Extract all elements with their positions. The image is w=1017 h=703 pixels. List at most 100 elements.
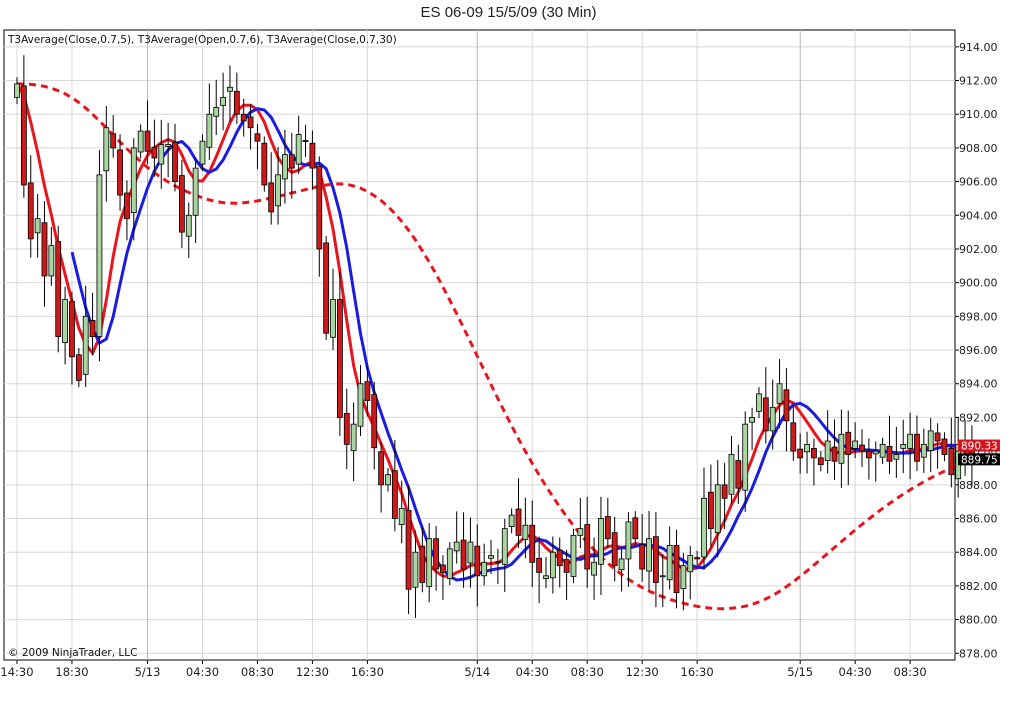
candle-body	[41, 222, 48, 277]
candle-body	[55, 241, 62, 337]
candle-body	[82, 315, 89, 375]
candle-body	[776, 383, 783, 404]
candle-body	[646, 538, 652, 572]
candle-body	[371, 394, 378, 449]
candle-body	[282, 154, 288, 180]
candle-body	[48, 245, 55, 277]
candle-body	[151, 146, 158, 159]
price-tag-red: 890.33	[958, 439, 1000, 453]
candle	[446, 542, 453, 586]
candle-body	[577, 528, 584, 536]
candle-body	[680, 565, 687, 589]
candle-body	[268, 182, 275, 213]
candle-body	[130, 147, 137, 213]
candle-body	[886, 446, 893, 462]
candle-body	[62, 299, 68, 344]
y-tick-label: 888.00	[959, 479, 998, 492]
candle-body	[165, 144, 172, 147]
candle-body	[653, 536, 659, 583]
candle-body	[488, 555, 494, 559]
x-tick-label: 14:30	[0, 665, 33, 679]
candle-body	[742, 423, 749, 491]
x-tick-label: 12:30	[626, 665, 659, 679]
candle-body	[508, 514, 515, 527]
candle-body	[254, 133, 261, 142]
candle-body	[611, 532, 618, 567]
candle-body	[817, 457, 824, 465]
candle-body	[501, 528, 508, 565]
candle-body	[227, 86, 233, 92]
candle-body	[927, 430, 934, 451]
candle-body	[247, 116, 254, 129]
candle-body	[852, 440, 859, 449]
candle-body	[330, 299, 336, 338]
candle-body	[261, 142, 268, 186]
candle-body	[405, 510, 412, 590]
candle-body	[831, 446, 838, 462]
candle-body	[865, 450, 872, 459]
candle-body	[515, 508, 522, 536]
x-axis: 14:30 18:30 5/13 04:30 08:30 12:30 16:30 5/14 04…	[0, 660, 927, 679]
candle-body	[756, 393, 762, 412]
y-tick-label: 912.00	[959, 75, 998, 88]
candle-body	[199, 140, 206, 165]
y-tick-label: 906.00	[959, 176, 998, 189]
candle-body	[762, 397, 769, 432]
candle	[261, 136, 268, 192]
candle-body	[446, 548, 453, 579]
candle-body	[591, 561, 597, 576]
x-tick-label: 04:30	[516, 665, 549, 679]
candle-body	[529, 524, 536, 563]
price-tag-red-text: 890.33	[961, 441, 998, 453]
x-tick-label: 16:30	[351, 665, 384, 679]
candle-body	[481, 561, 488, 577]
candle-body	[206, 113, 213, 148]
candle-body	[941, 438, 948, 455]
x-tick-label: 5/15	[787, 665, 813, 679]
indicator-label: T3Average(Close,0.7,5), T3Average(Open,0…	[7, 34, 397, 46]
candle-body	[110, 133, 117, 149]
x-tick-label: 5/13	[135, 665, 161, 679]
candle-body	[769, 406, 776, 432]
candle-body	[570, 534, 577, 577]
candle-body	[859, 444, 865, 452]
candle-body	[440, 564, 446, 573]
candle-body	[845, 431, 852, 455]
candle-body	[302, 140, 309, 142]
candle-body	[666, 545, 673, 581]
copyright-text: © 2009 NinjaTrader, LLC	[8, 647, 137, 659]
y-tick-label: 878.00	[959, 647, 998, 660]
candle-body	[934, 432, 941, 442]
x-tick-label: 08:30	[241, 665, 274, 679]
candle-body	[124, 192, 130, 220]
candle-body	[673, 545, 680, 594]
candle-body	[783, 389, 790, 422]
candle-body	[749, 417, 755, 423]
candle-body	[797, 448, 804, 459]
candle-body	[584, 524, 591, 570]
x-tick-label: 08:30	[571, 665, 604, 679]
candle-body	[536, 557, 543, 573]
candle-body	[398, 507, 405, 525]
candle-body	[433, 538, 439, 570]
candle-body	[948, 448, 955, 476]
candle-body	[494, 561, 501, 564]
y-tick-label: 882.00	[959, 580, 998, 593]
x-tick-label: 08:30	[894, 665, 927, 679]
candle-body	[714, 484, 721, 534]
candle-body	[172, 142, 178, 183]
y-tick-label: 894.00	[959, 378, 998, 391]
candle-body	[707, 491, 714, 530]
x-tick-label: 04:30	[839, 665, 872, 679]
candle-body	[467, 541, 474, 564]
candle-body	[69, 301, 75, 358]
price-tag-black: 889.75	[958, 453, 1000, 466]
candle-body	[920, 443, 927, 458]
y-tick-label: 896.00	[959, 344, 998, 357]
candle-body	[158, 144, 165, 165]
candle-body	[96, 174, 103, 337]
candle-body	[838, 433, 845, 464]
candle-body	[549, 551, 556, 579]
candle-body	[316, 165, 323, 250]
candle-body	[721, 484, 728, 499]
